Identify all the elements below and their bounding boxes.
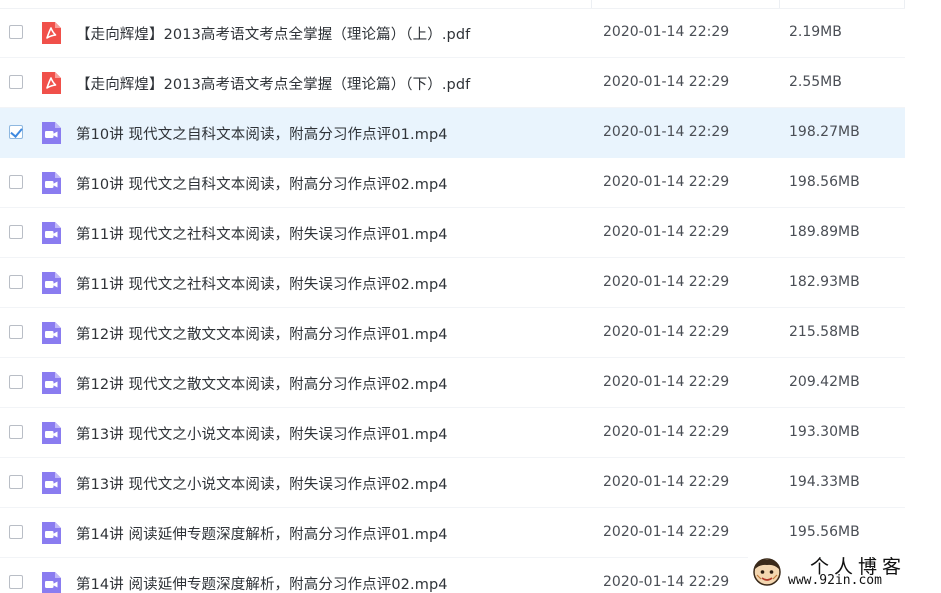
file-modified-date: 2020-01-14 22:29 bbox=[603, 474, 730, 490]
pdf-file-icon bbox=[40, 21, 62, 45]
file-size: 194.33MB bbox=[789, 474, 860, 490]
file-row[interactable]: 第13讲 现代文之小说文本阅读，附失误习作点评01.mp4 2020-01-14 … bbox=[0, 408, 905, 458]
file-row[interactable]: 【走向辉煌】2013高考语文考点全掌握（理论篇）（下）.pdf 2020-01-1… bbox=[0, 58, 905, 108]
file-size: 215.58MB bbox=[789, 324, 860, 340]
row-checkbox[interactable] bbox=[9, 75, 23, 89]
pdf-file-icon bbox=[40, 71, 62, 95]
row-checkbox[interactable] bbox=[9, 275, 23, 289]
video-file-icon bbox=[40, 571, 62, 593]
row-checkbox[interactable] bbox=[9, 575, 23, 589]
row-checkbox[interactable] bbox=[9, 325, 23, 339]
file-row[interactable]: 第12讲 现代文之散文文本阅读，附高分习作点评02.mp4 2020-01-14 … bbox=[0, 358, 905, 408]
video-file-icon bbox=[40, 421, 62, 445]
file-size: 198.56MB bbox=[789, 174, 860, 190]
row-checkbox[interactable] bbox=[9, 25, 23, 39]
checkmark-icon bbox=[10, 125, 23, 138]
file-modified-date: 2020-01-14 22:29 bbox=[603, 424, 730, 440]
row-checkbox[interactable] bbox=[9, 475, 23, 489]
video-file-icon bbox=[40, 521, 62, 545]
row-checkbox[interactable] bbox=[9, 125, 23, 139]
column-separator bbox=[904, 0, 905, 8]
file-modified-date: 2020-01-14 22:29 bbox=[603, 24, 730, 40]
video-file-icon bbox=[40, 171, 62, 195]
file-name[interactable]: 【走向辉煌】2013高考语文考点全掌握（理论篇）（上）.pdf bbox=[76, 23, 470, 44]
file-modified-date: 2020-01-14 22:29 bbox=[603, 74, 730, 90]
file-name[interactable]: 第13讲 现代文之小说文本阅读，附失误习作点评01.mp4 bbox=[76, 423, 448, 444]
file-name[interactable]: 【走向辉煌】2013高考语文考点全掌握（理论篇）（下）.pdf bbox=[76, 73, 470, 94]
file-modified-date: 2020-01-14 22:29 bbox=[603, 124, 730, 140]
file-size: 193.30MB bbox=[789, 424, 860, 440]
file-size: 195.56MB bbox=[789, 524, 860, 540]
column-separator bbox=[779, 0, 780, 8]
video-file-icon bbox=[40, 321, 62, 345]
file-modified-date: 2020-01-14 22:29 bbox=[603, 374, 730, 390]
file-modified-date: 2020-01-14 22:29 bbox=[603, 224, 730, 240]
file-row[interactable]: 第11讲 现代文之社科文本阅读，附失误习作点评02.mp4 2020-01-14 … bbox=[0, 258, 905, 308]
file-size: 2.19MB bbox=[789, 24, 842, 40]
file-name[interactable]: 第10讲 现代文之自科文本阅读，附高分习作点评01.mp4 bbox=[76, 123, 448, 144]
file-row[interactable]: 第12讲 现代文之散文文本阅读，附高分习作点评01.mp4 2020-01-14 … bbox=[0, 308, 905, 358]
video-file-icon bbox=[40, 121, 62, 145]
file-modified-date: 2020-01-14 22:29 bbox=[603, 174, 730, 190]
file-size: 182.93MB bbox=[789, 274, 860, 290]
watermark: 个人博客 www.92in.com bbox=[748, 551, 941, 593]
file-modified-date: 2020-01-14 22:29 bbox=[603, 524, 730, 540]
file-row[interactable]: 第10讲 现代文之自科文本阅读，附高分习作点评02.mp4 2020-01-14 … bbox=[0, 158, 905, 208]
video-file-icon bbox=[40, 371, 62, 395]
file-row[interactable]: 第11讲 现代文之社科文本阅读，附失误习作点评01.mp4 2020-01-14 … bbox=[0, 208, 905, 258]
file-name[interactable]: 第12讲 现代文之散文文本阅读，附高分习作点评01.mp4 bbox=[76, 323, 448, 344]
file-list: 【走向辉煌】2013高考语文考点全掌握（理论篇）（上）.pdf 2020-01-1… bbox=[0, 8, 905, 593]
file-modified-date: 2020-01-14 22:29 bbox=[603, 574, 730, 590]
file-name[interactable]: 第11讲 现代文之社科文本阅读，附失误习作点评02.mp4 bbox=[76, 273, 448, 294]
file-row[interactable]: 第13讲 现代文之小说文本阅读，附失误习作点评02.mp4 2020-01-14 … bbox=[0, 458, 905, 508]
row-checkbox[interactable] bbox=[9, 525, 23, 539]
row-checkbox[interactable] bbox=[9, 225, 23, 239]
avatar bbox=[753, 558, 781, 586]
row-checkbox[interactable] bbox=[9, 175, 23, 189]
file-modified-date: 2020-01-14 22:29 bbox=[603, 274, 730, 290]
row-checkbox[interactable] bbox=[9, 425, 23, 439]
row-checkbox[interactable] bbox=[9, 375, 23, 389]
file-name[interactable]: 第11讲 现代文之社科文本阅读，附失误习作点评01.mp4 bbox=[76, 223, 448, 244]
file-size: 209.42MB bbox=[789, 374, 860, 390]
file-name[interactable]: 第14讲 阅读延伸专题深度解析，附高分习作点评02.mp4 bbox=[76, 573, 448, 593]
file-name[interactable]: 第14讲 阅读延伸专题深度解析，附高分习作点评01.mp4 bbox=[76, 523, 448, 544]
file-size: 198.27MB bbox=[789, 124, 860, 140]
file-name[interactable]: 第10讲 现代文之自科文本阅读，附高分习作点评02.mp4 bbox=[76, 173, 448, 194]
video-file-icon bbox=[40, 221, 62, 245]
column-separator bbox=[591, 0, 592, 8]
file-name[interactable]: 第12讲 现代文之散文文本阅读，附高分习作点评02.mp4 bbox=[76, 373, 448, 394]
file-name[interactable]: 第13讲 现代文之小说文本阅读，附失误习作点评02.mp4 bbox=[76, 473, 448, 494]
file-list-view: 【走向辉煌】2013高考语文考点全掌握（理论篇）（上）.pdf 2020-01-1… bbox=[0, 0, 941, 593]
video-file-icon bbox=[40, 271, 62, 295]
file-row[interactable]: 【走向辉煌】2013高考语文考点全掌握（理论篇）（上）.pdf 2020-01-1… bbox=[0, 8, 905, 58]
file-size: 2.55MB bbox=[789, 74, 842, 90]
watermark-url: www.92in.com bbox=[788, 573, 882, 588]
file-modified-date: 2020-01-14 22:29 bbox=[603, 324, 730, 340]
file-size: 189.89MB bbox=[789, 224, 860, 240]
file-row[interactable]: 第10讲 现代文之自科文本阅读，附高分习作点评01.mp4 2020-01-14 … bbox=[0, 108, 905, 158]
video-file-icon bbox=[40, 471, 62, 495]
